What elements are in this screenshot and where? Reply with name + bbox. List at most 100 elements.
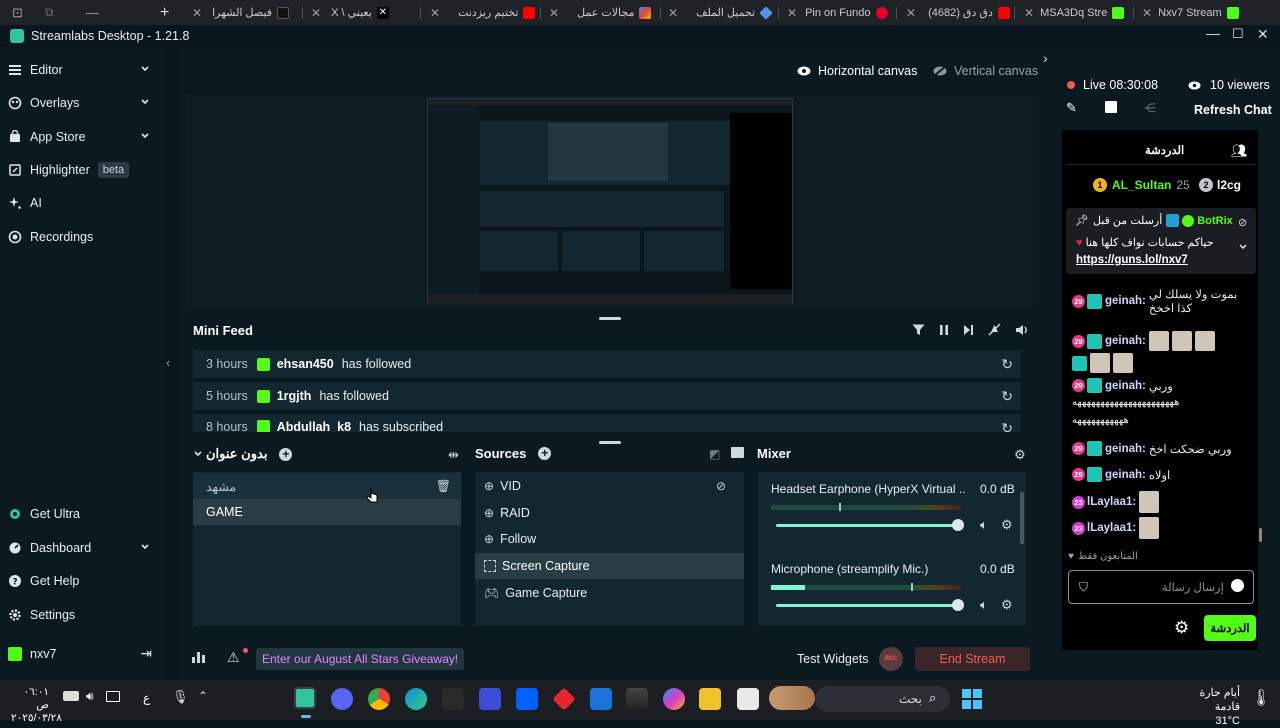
leaderboard-user[interactable]: AL_Sultan [1112,178,1171,192]
sidebar-item-app-store[interactable]: App Store [8,125,158,149]
chat-input[interactable]: ⛉ إرسال رسالة [1068,570,1254,604]
volume-slider-track[interactable] [776,604,958,607]
streamlabs-taskbar-icon[interactable] [294,687,316,709]
refresh-chat-button[interactable]: Refresh Chat [1194,103,1272,117]
source-item[interactable]: ⊕ Follow [475,526,744,552]
add-folder-icon[interactable] [731,447,744,458]
sidebar-item-editor[interactable]: Editor [8,58,158,82]
alert-icon[interactable]: ⚠ [227,649,240,666]
popout-icon[interactable] [1105,101,1117,113]
pinned-link[interactable]: https://guns.lol/nxv7 [1076,254,1188,266]
mute-alerts-icon[interactable] [988,323,1001,336]
chrome-icon[interactable] [368,688,390,710]
close-tab-icon[interactable]: ✕ [549,6,559,20]
feed-user[interactable]: Abdullah_k8 [277,420,351,432]
gamepad-tray-icon[interactable] [63,691,79,701]
collapse-sidebar-icon[interactable]: ‹ [166,355,170,370]
new-tab-button[interactable]: + [160,0,180,25]
stats-icon[interactable] [192,652,205,663]
chevron-down-icon[interactable] [1238,242,1248,252]
close-tab-icon[interactable]: ✕ [1142,6,1152,20]
chat-username[interactable]: geinah: [1105,380,1146,392]
volume-icon[interactable] [1015,324,1029,336]
chat-tab-label[interactable]: الدردشة [1145,143,1184,157]
horizontal-canvas-toggle[interactable]: Horizontal canvas [797,64,917,78]
browser-tab[interactable]: ✕ Pin on Fundo [787,0,893,25]
mixer-settings-icon[interactable]: ⚙ [1014,447,1026,463]
browser-tab[interactable]: ✕ مجالات عمل [549,0,655,25]
chat-username[interactable]: geinah: [1105,295,1146,307]
browser-tab[interactable]: ✕ تحميل الملف [668,0,774,25]
source-item[interactable]: 🎮︎ Game Capture [475,580,744,606]
users-icon[interactable]: 👥︎ [1231,143,1248,159]
pause-icon[interactable] [939,324,949,336]
epic-games-icon[interactable] [442,688,464,710]
file-explorer-icon[interactable] [699,688,721,710]
close-window-button[interactable]: ✕ [1257,26,1269,43]
browser-tab[interactable]: ✕ X \ يعيني ✕ [311,0,417,25]
browser-tab[interactable]: ✕ Nxv7 Stream [1142,0,1260,25]
chat-send-button[interactable]: الدردشة [1204,615,1256,641]
folder-sync-icon[interactable]: ◩ [709,447,720,461]
promo-banner[interactable]: Enter our August All Stars Giveaway! [256,648,465,670]
close-tab-icon[interactable]: ✕ [787,6,797,20]
gear-icon[interactable]: ⚙ [1001,517,1013,533]
outlook-icon[interactable] [590,688,612,710]
chevron-down-icon[interactable] [193,449,203,459]
source-item[interactable]: ⊕ RAID [475,500,744,526]
volume-slider-handle[interactable] [952,599,964,611]
sidebar-item-ai[interactable]: AI [8,191,158,215]
maximize-button[interactable]: ☐ [1232,26,1244,42]
close-tab-icon[interactable]: ✕ [906,6,916,20]
leaderboard-user[interactable]: l2cg [1217,178,1241,192]
speaker-tray-icon[interactable]: 🔊︎ [86,689,94,704]
app-icon[interactable] [737,688,759,710]
emoji-icon[interactable] [1231,579,1244,592]
replay-icon[interactable]: ↻ [1001,388,1013,405]
browser-tab[interactable]: ✕ تختيم ريزدنت [430,0,536,25]
resize-handle[interactable] [599,441,621,444]
speaker-icon[interactable]: 🔈︎ [980,517,988,533]
source-item-selected[interactable]: Screen Capture [475,553,744,579]
logout-icon[interactable]: ⇥ [140,645,152,662]
scene-item[interactable]: GAME [193,499,461,525]
sidebar-item-settings[interactable]: Settings [8,603,158,627]
scene-collection-title[interactable]: بدون عنوان [206,446,267,462]
vertical-canvas-toggle[interactable]: Vertical canvas [933,64,1038,78]
stream-preview[interactable] [186,95,1034,307]
network-tray-icon[interactable] [106,691,120,702]
record-button[interactable]: REC [879,647,903,671]
taskbar-clock[interactable]: ٠٦:٠١ ص ٢٠٢٥/٠٣/٢٨ [11,686,62,725]
close-tab-icon[interactable]: ✕ [192,6,202,20]
close-tab-icon[interactable]: ✕ [311,6,321,20]
test-widgets-button[interactable]: Test Widgets [797,652,869,666]
browser-tab[interactable]: ✕ MSA3Dq Stre [1024,0,1134,25]
account-item[interactable]: nxv7 ⇥ [8,642,158,666]
weather-widget[interactable]: أيام حارة قادمة 31°C [1180,686,1240,728]
chat-username[interactable]: geinah: [1105,469,1146,481]
edit-icon[interactable]: ✎ [1066,100,1077,116]
scene-item[interactable]: مشهد 🗑 [193,473,461,499]
add-scene-icon[interactable]: + [279,447,293,461]
sidebar-item-get-ultra[interactable]: Get Ultra [8,502,158,526]
dropbox-icon[interactable] [516,688,538,710]
scene-transition-icon[interactable]: ⇹ [448,447,459,463]
gear-icon[interactable]: ⚙ [1001,597,1013,613]
speaker-icon[interactable]: 🔈︎ [980,597,988,613]
unpin-icon[interactable]: ⊘ [1238,216,1247,229]
skip-icon[interactable] [963,324,974,336]
feed-user[interactable]: 1rgjth [277,389,312,403]
feed-user[interactable]: ehsan450 [277,357,334,371]
chat-settings-icon[interactable]: ⚙ [1174,618,1189,638]
resize-handle[interactable] [599,317,621,320]
filter-icon[interactable] [912,324,925,336]
chat-username[interactable]: lLaylaa1: [1087,522,1136,534]
windows-start-icon[interactable] [962,689,982,709]
taskbar-search[interactable]: بحث ⌕ [815,686,950,712]
sidebar-item-dashboard[interactable]: Dashboard [8,536,158,560]
chat-scrollbar[interactable] [1259,528,1262,542]
close-tab-icon[interactable]: ✕ [430,6,440,20]
replay-icon[interactable]: ↻ [1001,420,1013,432]
mic-tray-icon[interactable]: 🎙︎ [172,689,189,705]
chevron-up-icon[interactable]: ⌃ [198,689,208,703]
